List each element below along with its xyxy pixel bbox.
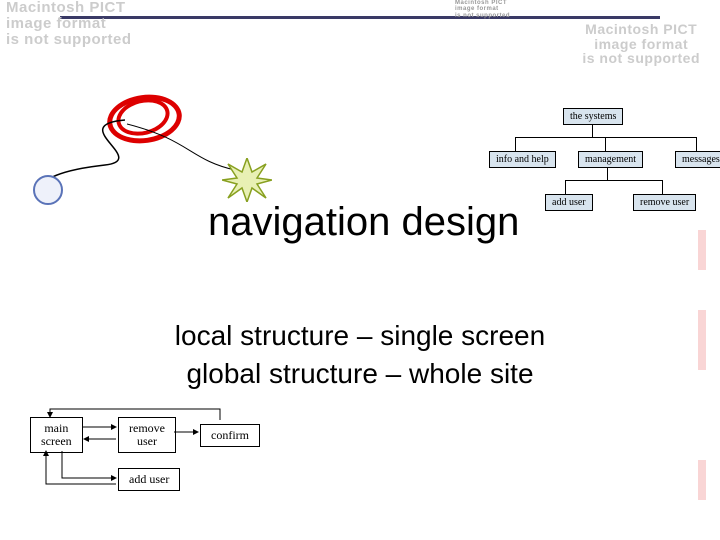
unsupported-pict-top-left: Macintosh PICT image format is not suppo…	[6, 0, 132, 47]
starburst-icon	[222, 158, 272, 202]
hier-connector	[607, 168, 608, 180]
flow-arrows	[20, 405, 280, 505]
red-accent	[698, 310, 706, 370]
hier-root: the systems	[563, 108, 623, 125]
hier-connector	[515, 137, 516, 151]
page-title: navigation design	[208, 200, 519, 245]
hier-messages: messages	[675, 151, 720, 168]
top-divider	[60, 16, 660, 19]
hier-remove-user: remove user	[633, 194, 696, 211]
subtitle-local: local structure – single screen	[0, 320, 720, 352]
red-accent	[698, 230, 706, 270]
hier-management: management	[578, 151, 643, 168]
subtitle-global: global structure – whole site	[0, 358, 720, 390]
hier-connector	[592, 125, 593, 137]
hier-connector	[662, 180, 663, 194]
unsupported-pict-top-mid: Macintosh PICT image format is not suppo…	[455, 0, 510, 19]
unsupported-pict-top-right: Macintosh PICT image format is not suppo…	[582, 22, 700, 66]
hier-connector	[605, 137, 606, 151]
hier-connector	[565, 180, 566, 194]
hier-connector	[565, 180, 663, 181]
red-accent	[698, 460, 706, 500]
hier-connector	[696, 137, 697, 151]
hier-add-user: add user	[545, 194, 593, 211]
blue-circle	[33, 175, 63, 205]
hier-info-help: info and help	[489, 151, 556, 168]
hier-connector	[515, 137, 697, 138]
